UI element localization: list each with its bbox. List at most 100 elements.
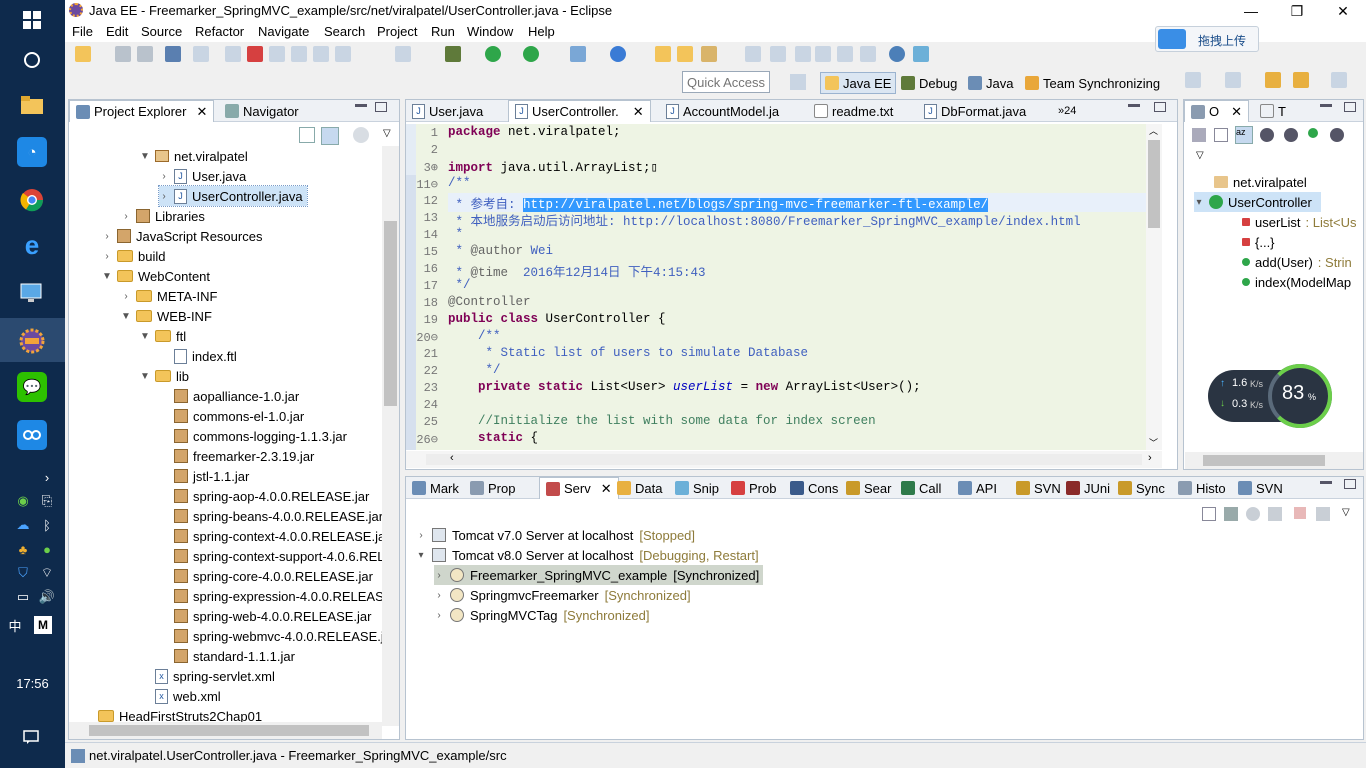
minimize-button[interactable]: — — [1228, 0, 1274, 22]
server-item[interactable]: › SpringMVCTag [Synchronized] — [434, 605, 649, 625]
new-class-icon[interactable] — [610, 46, 626, 62]
tree-item[interactable]: › META-INF — [121, 286, 217, 306]
tree-item[interactable]: ▼ WebContent — [102, 266, 210, 286]
tab-outline[interactable]: O ✕ — [1184, 100, 1250, 122]
scroll-up-icon[interactable]: ︿ — [1149, 124, 1158, 137]
tree-item[interactable]: freemarker-2.3.19.jar — [159, 446, 314, 466]
baidu-netdisk-icon[interactable] — [17, 420, 47, 450]
outline-item[interactable]: {...} — [1242, 232, 1280, 252]
code-line[interactable]: import java.util.ArrayList;▯ — [448, 159, 658, 175]
expand-arrow-icon[interactable]: › — [159, 191, 169, 202]
outline-item[interactable]: net.viralpatel — [1214, 172, 1312, 192]
expand-arrow-icon[interactable]: › — [121, 211, 131, 222]
server-item[interactable]: › Freemarker_SpringMVC_example [Synchroniz… — [434, 565, 764, 585]
close-tab-icon[interactable]: ✕ — [1231, 104, 1242, 120]
menu-help[interactable]: Help — [528, 24, 555, 39]
bottom-tab[interactable]: JUni — [1060, 477, 1116, 499]
scrollbar-thumb[interactable] — [89, 725, 369, 736]
menu-file[interactable]: File — [72, 24, 93, 39]
chrome-icon[interactable] — [17, 185, 47, 215]
console-icon[interactable] — [165, 46, 181, 62]
expand-arrow-icon[interactable]: › — [434, 610, 444, 621]
perspective-team-sync[interactable]: Team Synchronizing — [1025, 72, 1160, 94]
bottom-tab[interactable]: Cons — [784, 477, 844, 499]
tree-item[interactable]: › J User.java — [159, 166, 246, 186]
code-line[interactable]: public class UserController { — [448, 312, 666, 326]
collapse-arrow-icon[interactable]: ▼ — [140, 371, 150, 382]
tree-item[interactable]: › JavaScript Resources — [102, 226, 262, 246]
bottom-tab[interactable]: Histo — [1172, 477, 1232, 499]
hide-nonpublic-icon[interactable] — [1308, 128, 1318, 138]
expand-arrow-icon[interactable]: › — [416, 530, 426, 541]
tree-item[interactable]: ▼ net.viralpatel — [140, 146, 248, 166]
minimize-view-icon[interactable] — [1128, 104, 1140, 107]
external-tools-icon[interactable] — [913, 46, 929, 62]
bottom-tab[interactable]: Prop — [464, 477, 521, 499]
minimize-view-icon[interactable] — [355, 104, 367, 107]
tray-expand-icon[interactable]: › — [38, 468, 56, 486]
publish-icon[interactable] — [1316, 507, 1330, 521]
battery-icon[interactable]: ▭ — [14, 588, 32, 606]
menu-run[interactable]: Run — [431, 24, 455, 39]
wechat-icon[interactable]: 💬 — [17, 372, 47, 402]
code-line[interactable]: */ — [448, 363, 501, 377]
open-resource-icon[interactable] — [677, 46, 693, 62]
server-item[interactable]: ▾ Tomcat v8.0 Server at localhost [Debuggi… — [416, 545, 758, 565]
tree-item[interactable]: x web.xml — [140, 686, 221, 706]
collapse-arrow-icon[interactable]: ▼ — [121, 311, 131, 322]
collapse-arrow-icon[interactable]: ▼ — [140, 151, 150, 162]
tree-item[interactable]: spring-webmvc-4.0.0.RELEASE.jar — [159, 626, 395, 646]
outline-item[interactable]: ▾ UserController — [1194, 192, 1321, 212]
tree-item[interactable]: spring-beans-4.0.0.RELEASE.jar — [159, 506, 383, 526]
block-selection-icon[interactable] — [795, 46, 811, 62]
minimize-view-icon[interactable] — [1320, 481, 1332, 484]
step-return-icon[interactable] — [335, 46, 351, 62]
next-annotation-icon[interactable] — [860, 46, 876, 62]
save-icon[interactable] — [115, 46, 131, 62]
collapse-arrow-icon[interactable]: ▾ — [416, 550, 426, 561]
search-tool-icon[interactable] — [701, 46, 717, 62]
open-type-icon[interactable] — [655, 46, 671, 62]
editor-tab-usercontroller[interactable]: J UserController. ✕ — [508, 100, 651, 122]
file-explorer-icon[interactable] — [17, 90, 47, 120]
collapse-servers-icon[interactable] — [1202, 507, 1216, 521]
profile-server-icon[interactable] — [1268, 507, 1282, 521]
outline-item[interactable]: index(ModelMap — [1242, 272, 1356, 292]
back-icon[interactable] — [1293, 72, 1309, 88]
expand-arrow-icon[interactable]: › — [102, 251, 112, 262]
tray-wechat-icon[interactable]: ● — [38, 540, 56, 558]
bottom-tab[interactable]: SVN — [1010, 477, 1067, 499]
resume-icon[interactable] — [225, 46, 241, 62]
editor-vertical-scrollbar[interactable]: ︿ ﹀ — [1146, 124, 1162, 450]
tree-item[interactable]: standard-1.1.1.jar — [159, 646, 295, 666]
bottom-tab[interactable]: Call — [895, 477, 947, 499]
terminate-icon[interactable] — [247, 46, 263, 62]
code-line[interactable]: //Initialize the list with some data for… — [448, 414, 876, 428]
tray-security-icon[interactable]: ◉ — [14, 492, 32, 510]
menu-source[interactable]: Source — [141, 24, 182, 39]
tab-project-explorer[interactable]: Project Explorer ✕ — [69, 100, 215, 122]
run-external-icon[interactable] — [523, 46, 539, 62]
outline-horizontal-scrollbar[interactable] — [1185, 452, 1363, 469]
ime-mode-indicator[interactable]: M — [34, 616, 52, 634]
mark-occurrences-icon[interactable] — [770, 46, 786, 62]
collapse-arrow-icon[interactable]: ▼ — [102, 271, 112, 282]
step-into-icon[interactable] — [291, 46, 307, 62]
explorer-horizontal-scrollbar[interactable] — [69, 722, 382, 739]
tab-task-list[interactable]: T — [1254, 100, 1292, 122]
scrollbar-thumb[interactable] — [1148, 140, 1160, 228]
eclipse-icon[interactable] — [17, 326, 47, 356]
tree-item[interactable]: › Libraries — [121, 206, 205, 226]
forward-icon[interactable] — [1331, 72, 1347, 88]
outline-item[interactable]: userList : List<Us — [1242, 212, 1356, 232]
maximize-view-icon[interactable] — [1344, 102, 1356, 112]
code-line[interactable]: /** — [448, 176, 471, 190]
perspective-java[interactable]: Java — [968, 72, 1013, 94]
remote-desktop-icon[interactable] — [17, 278, 47, 308]
bottom-tab[interactable]: Snip — [669, 477, 725, 499]
defender-shield-icon[interactable]: ⛉ — [14, 564, 32, 582]
scrollbar-thumb[interactable] — [384, 221, 397, 406]
collapse-all-icon[interactable] — [299, 127, 315, 143]
scrollbar-track[interactable] — [426, 454, 1142, 465]
code-line[interactable]: * 本地服务启动后访问地址: http://localhost:8080/Fre… — [448, 210, 1081, 229]
